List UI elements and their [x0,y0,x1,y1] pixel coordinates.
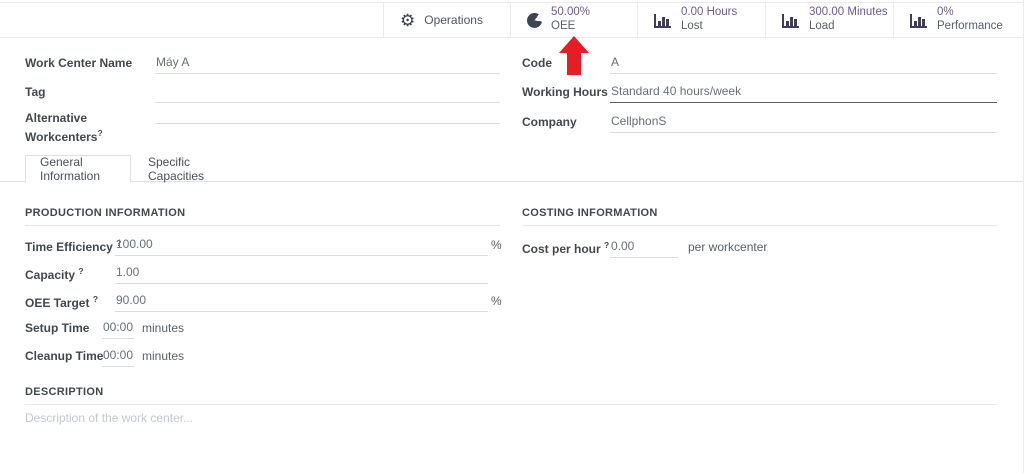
working-hours-input[interactable]: Standard 40 hours/week [610,81,997,103]
hours-lost-label: Lost [681,20,703,32]
cleanup-time-suffix: minutes [142,349,185,363]
cost-per-hour-suffix: per workcenter [688,240,768,254]
working-hours-label: Working Hours [522,85,608,99]
work-center-name-input[interactable]: Máy A [155,52,500,74]
company-input[interactable]: CellphonS [610,111,997,133]
help-icon: ? [97,128,103,138]
work-center-name-label: Work Center Name [25,56,133,70]
setup-time-input[interactable]: 00:00 [102,317,134,339]
description-heading: DESCRIPTION [25,386,997,405]
pie-chart-icon [527,12,542,28]
oee-label: OEE [551,20,576,32]
help-icon: ? [92,294,99,304]
time-efficiency-suffix: % [491,238,502,252]
costing-information-heading: COSTING INFORMATION [522,207,997,226]
operations-label: Operations [424,13,483,27]
red-arrow-icon [559,36,589,75]
tag-label: Tag [25,85,46,99]
gear-icon: ⚙ [400,10,416,30]
description-input[interactable]: Description of the work center... [25,411,925,425]
setup-time-suffix: minutes [142,321,185,335]
bar-chart-icon [654,13,671,28]
help-icon: ? [78,266,84,276]
hours-lost-stat-button[interactable]: 0.00 Hours Lost [637,3,765,37]
operations-button[interactable]: ⚙ Operations [383,3,510,37]
tab-specific-capacities[interactable]: Specific Capacities [134,155,234,183]
setup-time-label: Setup Time [25,321,90,335]
performance-label: Performance [937,20,1003,32]
bar-chart-icon [782,13,799,28]
code-input[interactable]: A [610,52,997,74]
stat-button-bar: ⚙ Operations 50.00% OEE 0.00 Hours Lost [0,2,1023,38]
tab-general-information[interactable]: General Information [25,155,131,183]
bar-chart-icon [910,13,927,28]
help-icon: ? [604,240,610,250]
notebook-tabs: General Information Specific Capacities [0,155,1023,183]
cost-per-hour-label: Cost per hour ? [522,240,610,256]
capacity-input[interactable]: 1.00 [115,262,488,284]
performance-value: 0% [937,6,954,19]
cleanup-time-input[interactable]: 00:00 [102,345,134,367]
oee-target-input[interactable]: 90.00 [115,290,488,312]
performance-stat-button[interactable]: 0% Performance [893,3,1023,37]
capacity-label: Capacity ? [25,266,84,282]
oee-stat-button[interactable]: 50.00% OEE [510,3,637,37]
oee-value: 50.00% [551,6,591,19]
oee-target-suffix: % [491,294,502,308]
alternative-workcenters-label: Alternative Workcenters? [25,111,103,144]
cleanup-time-label: Cleanup Time [25,349,104,363]
company-label: Company [522,115,577,129]
time-efficiency-input[interactable]: 100.00 [115,234,488,256]
minutes-load-stat-button[interactable]: 300.00 Minutes Load [765,3,893,37]
minutes-load-label: Load [809,20,835,32]
alternative-workcenters-input[interactable] [155,102,500,124]
time-efficiency-label: Time Efficiency ? [25,238,122,254]
oee-target-label: OEE Target ? [25,294,99,310]
code-label: Code [522,56,552,70]
production-information-heading: PRODUCTION INFORMATION [25,207,500,226]
minutes-load-value: 300.00 Minutes [809,6,888,19]
hours-lost-value: 0.00 Hours [681,6,738,19]
workcenter-form: ⚙ Operations 50.00% OEE 0.00 Hours Lost [0,0,1024,473]
tag-input[interactable] [155,81,500,103]
cost-per-hour-input[interactable]: 0.00 [610,236,678,258]
